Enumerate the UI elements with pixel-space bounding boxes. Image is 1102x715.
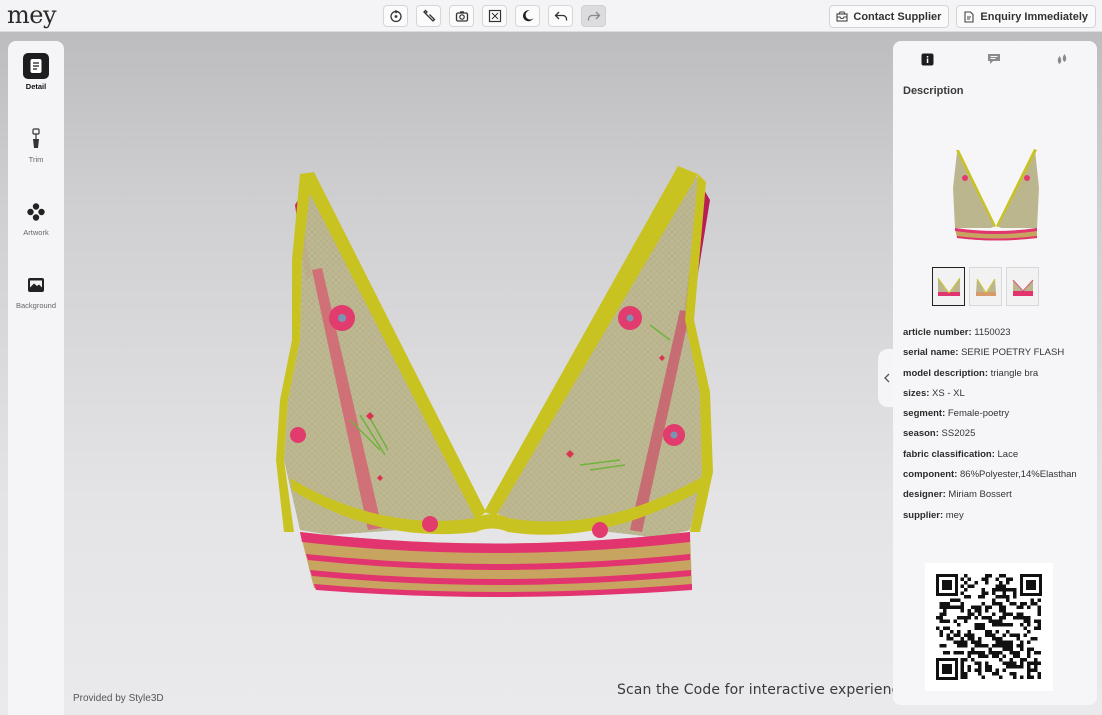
product-details: article number: 1150023 serial name: SER… — [903, 327, 1077, 530]
qr-code[interactable] — [925, 563, 1053, 691]
comment-icon — [988, 54, 1000, 64]
detail-model-description: model description: triangle bra — [903, 368, 1077, 388]
tab-comments[interactable] — [986, 51, 1002, 67]
undo-icon — [554, 11, 567, 21]
brand-logo[interactable]: mey — [7, 1, 57, 29]
detail-value: Lace — [997, 448, 1019, 460]
thumbnail-front[interactable] — [932, 267, 965, 306]
detail-key: segment: — [903, 408, 946, 420]
sidebar-item-detail[interactable]: Detail — [8, 53, 64, 91]
detail-designer: designer: Miriam Bossert — [903, 489, 1077, 509]
panel-tabs — [893, 51, 1097, 69]
contact-supplier-button[interactable]: Contact Supplier — [829, 5, 950, 28]
detail-key: model description: — [903, 367, 988, 379]
sidebar-item-background[interactable]: Background — [8, 272, 64, 310]
detail-value: 1150023 — [974, 327, 1011, 338]
top-bar: mey Contact Supplier Enquiry Immediately — [0, 0, 1102, 32]
tab-info[interactable] — [919, 51, 935, 67]
detail-key: serial name: — [903, 347, 959, 359]
document-edit-icon — [964, 10, 974, 23]
sidebar-item-trim[interactable]: Trim — [8, 126, 64, 164]
detail-key: designer: — [903, 489, 946, 501]
mailbox-icon — [836, 11, 848, 22]
zipper-icon — [23, 126, 49, 152]
tab-materials[interactable] — [1054, 51, 1070, 67]
detail-value: triangle bra — [990, 367, 1039, 379]
description-panel: Description article number: 1150023 seri… — [893, 41, 1097, 705]
sidebar-item-label: Artwork — [23, 228, 49, 237]
image-icon — [23, 272, 49, 298]
flower-icon — [23, 199, 49, 225]
screenshot-button[interactable] — [449, 5, 474, 27]
detail-supplier: supplier: mey — [903, 510, 1077, 530]
detail-value: XS - XL — [932, 387, 965, 399]
detail-sizes: sizes: XS - XL — [903, 388, 1077, 408]
detail-key: season: — [903, 428, 939, 440]
info-icon — [921, 53, 933, 65]
thumbnail-back[interactable] — [1006, 267, 1039, 306]
camera-icon — [455, 11, 468, 22]
detail-value: 86%Polyester,14%Elasthan — [960, 469, 1077, 481]
panel-title: Description — [903, 85, 964, 97]
provided-by-credit: Provided by Style3D — [73, 693, 164, 704]
detail-key: fabric classification: — [903, 448, 995, 460]
detail-season: season: SS2025 — [903, 428, 1077, 448]
redo-button[interactable] — [581, 5, 606, 27]
product-3d-model[interactable] — [270, 160, 720, 600]
product-main-image — [953, 149, 1039, 241]
detail-value: SS2025 — [941, 428, 976, 440]
detail-key: sizes: — [903, 387, 930, 399]
left-sidebar: Detail Trim Artwork Background — [8, 41, 64, 715]
contact-supplier-label: Contact Supplier — [853, 10, 942, 23]
detail-key: article number: — [903, 327, 972, 338]
fullscreen-button[interactable] — [482, 5, 507, 27]
top-actions: Contact Supplier Enquiry Immediately — [829, 5, 1096, 28]
scan-instruction: Scan the Code for interactive experience — [617, 682, 909, 698]
detail-article-number: article number: 1150023 — [903, 327, 1077, 347]
thumbnail-side[interactable] — [969, 267, 1002, 306]
detail-key: supplier: — [903, 509, 944, 521]
detail-value: Miriam Bossert — [948, 489, 1012, 501]
detail-key: component: — [903, 469, 958, 481]
tools-button[interactable] — [416, 5, 441, 27]
night-mode-button[interactable] — [515, 5, 540, 27]
sidebar-item-label: Detail — [25, 82, 47, 91]
enquiry-button[interactable]: Enquiry Immediately — [956, 5, 1096, 28]
moon-icon — [522, 10, 533, 22]
viewer-toolbar — [383, 5, 606, 27]
enquiry-label: Enquiry Immediately — [980, 10, 1088, 23]
detail-value: Female-poetry — [947, 408, 1010, 420]
fullscreen-icon — [488, 9, 501, 23]
detail-segment: segment: Female-poetry — [903, 408, 1077, 428]
detail-component: component: 86%Polyester,14%Elasthan — [903, 469, 1077, 489]
image-thumbnails — [932, 267, 1039, 306]
wrench-icon — [422, 9, 435, 22]
undo-button[interactable] — [548, 5, 573, 27]
redo-icon — [587, 11, 600, 21]
sidebar-item-label: Background — [15, 301, 57, 310]
drops-icon — [1057, 53, 1067, 64]
rotate-button[interactable] — [383, 5, 408, 27]
detail-serial-name: serial name: SERIE POETRY FLASH — [903, 347, 1077, 367]
detail-value: mey — [945, 509, 964, 521]
detail-value: SERIE POETRY FLASH — [961, 347, 1065, 359]
rotate-icon — [389, 9, 402, 23]
sidebar-item-label: Trim — [28, 155, 44, 164]
chevron-left-icon — [884, 373, 890, 383]
sidebar-item-artwork[interactable]: Artwork — [8, 199, 64, 237]
document-icon — [23, 53, 49, 79]
detail-fabric-classification: fabric classification: Lace — [903, 449, 1077, 469]
